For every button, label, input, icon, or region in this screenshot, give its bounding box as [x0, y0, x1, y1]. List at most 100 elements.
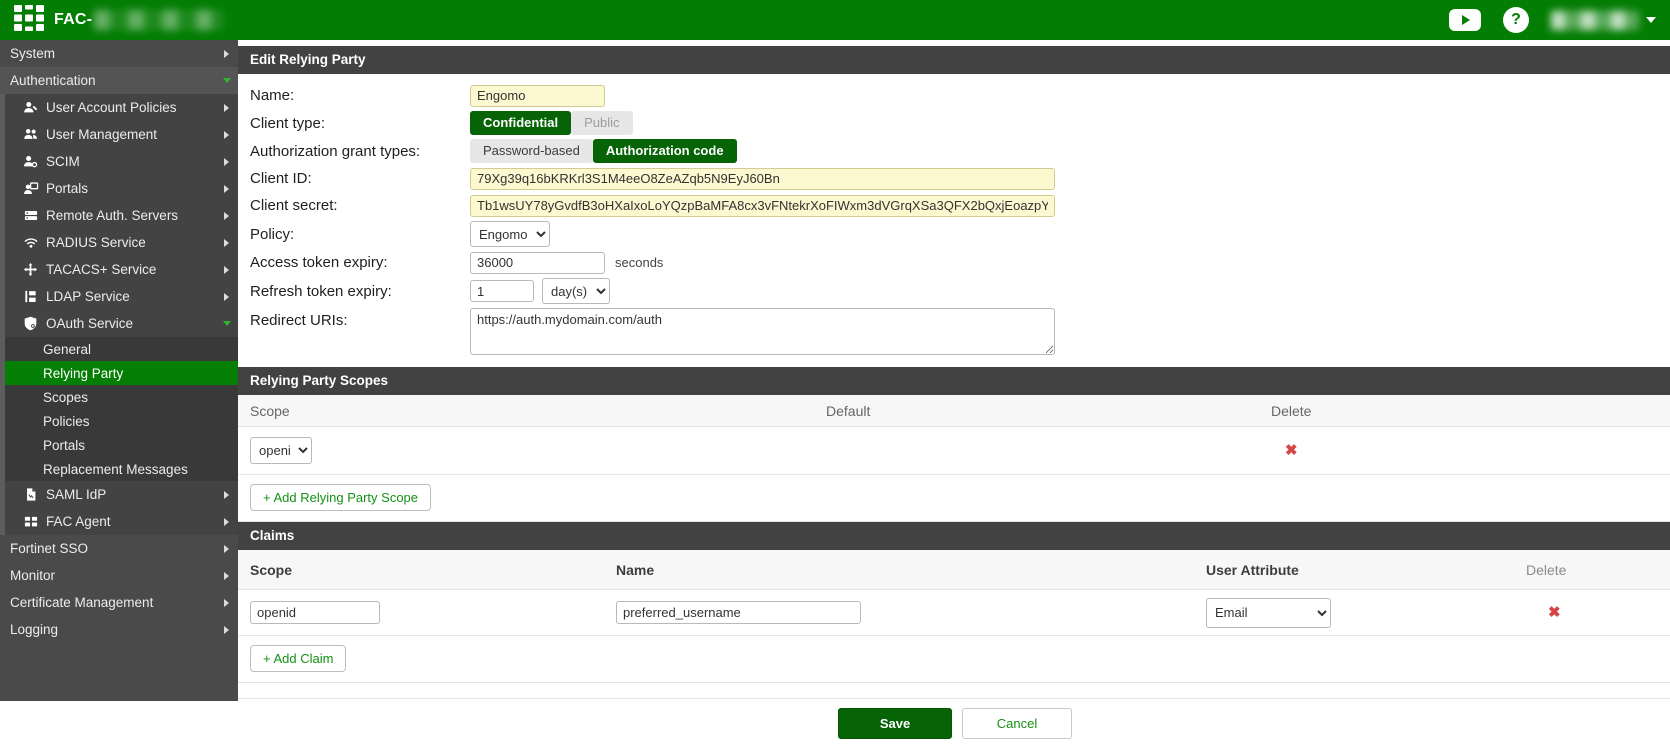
access-token-expiry-label: Access token expiry:	[250, 254, 470, 271]
document-icon	[22, 487, 39, 503]
claims-col-scope: Scope	[238, 562, 616, 578]
scopes-add-row: + Add Relying Party Scope	[238, 475, 1670, 522]
user-menu[interactable]	[1551, 11, 1656, 30]
sidebar-item-replacement-messages[interactable]: Replacement Messages	[5, 457, 238, 481]
access-token-unit: seconds	[615, 255, 663, 270]
sidebar-item-fac-agent[interactable]: FAC Agent	[5, 508, 238, 535]
grant-password-button[interactable]: Password-based	[470, 139, 593, 163]
authentication-submenu: User Account Policies User Management SC…	[0, 94, 238, 535]
policy-select[interactable]: Engomo	[470, 221, 550, 247]
sidebar-item-remote-auth-servers[interactable]: Remote Auth. Servers	[5, 202, 238, 229]
sidebar-item-label: FAC Agent	[46, 514, 111, 529]
client-type-confidential-button[interactable]: Confidential	[470, 111, 571, 135]
redirect-uris-textarea[interactable]: https://auth.mydomain.com/auth	[470, 308, 1055, 355]
chevron-right-icon	[224, 518, 229, 526]
sidebar-item-radius-service[interactable]: RADIUS Service	[5, 229, 238, 256]
scopes-col-scope: Scope	[238, 403, 826, 419]
form-actions: Save Cancel	[238, 698, 1670, 739]
shield-icon	[22, 316, 39, 332]
chevron-right-icon	[224, 104, 229, 112]
chevron-right-icon	[224, 50, 229, 58]
client-type-public-button[interactable]: Public	[571, 111, 632, 135]
sidebar-item-user-account-policies[interactable]: User Account Policies	[5, 94, 238, 121]
chevron-right-icon	[224, 545, 229, 553]
chevron-right-icon	[224, 131, 229, 139]
sidebar-item-user-management[interactable]: User Management	[5, 121, 238, 148]
sidebar-item-ldap-service[interactable]: LDAP Service	[5, 283, 238, 310]
add-claim-button[interactable]: + Add Claim	[250, 645, 346, 672]
sidebar-item-authentication[interactable]: Authentication	[0, 67, 238, 94]
sidebar-item-label: Portals	[43, 438, 85, 453]
sidebar-item-label: General	[43, 342, 91, 357]
sidebar-item-fortinet-sso[interactable]: Fortinet SSO	[0, 535, 238, 562]
name-input[interactable]	[470, 85, 605, 107]
client-id-input[interactable]	[470, 168, 1055, 190]
scope-select[interactable]: openid	[250, 437, 312, 464]
chevron-right-icon	[224, 266, 229, 274]
sidebar-item-label: SAML IdP	[46, 487, 106, 502]
claims-section-title: Claims	[238, 522, 1670, 550]
client-secret-label: Client secret:	[250, 197, 470, 214]
help-icon[interactable]: ?	[1503, 7, 1529, 33]
toggle-knob	[813, 453, 824, 464]
sidebar-item-label: SCIM	[46, 154, 80, 169]
refresh-token-unit-select[interactable]: day(s)	[542, 278, 610, 304]
grant-authorization-code-button[interactable]: Authorization code	[593, 139, 737, 163]
sidebar-item-oauth-scopes[interactable]: Scopes	[5, 385, 238, 409]
chevron-right-icon	[224, 212, 229, 220]
brand-prefix: FAC-	[54, 11, 92, 29]
sidebar-item-label: RADIUS Service	[46, 235, 146, 250]
client-type-segment: Confidential Public	[470, 111, 633, 135]
redacted-hostname	[94, 10, 224, 30]
delete-claim-button[interactable]: ✖	[1548, 603, 1561, 621]
delete-scope-button[interactable]: ✖	[1285, 441, 1298, 459]
scopes-col-delete: Delete	[1271, 403, 1670, 419]
client-secret-input[interactable]	[470, 195, 1055, 217]
access-token-expiry-input[interactable]	[470, 252, 605, 274]
sidebar-item-certificate-management[interactable]: Certificate Management	[0, 589, 238, 616]
sidebar-item-tacacs-service[interactable]: TACACS+ Service	[5, 256, 238, 283]
refresh-token-expiry-input[interactable]	[470, 280, 534, 302]
sidebar-item-label: Authentication	[10, 73, 96, 88]
claim-user-attribute-select[interactable]: Email	[1206, 598, 1331, 628]
sidebar-item-logging[interactable]: Logging	[0, 616, 238, 643]
cancel-button[interactable]: Cancel	[962, 708, 1072, 739]
chevron-right-icon	[224, 599, 229, 607]
sidebar-item-scim[interactable]: SCIM	[5, 148, 238, 175]
app-window: FAC- ? System Authentication	[0, 0, 1670, 701]
sidebar-item-portals[interactable]: Portals	[5, 175, 238, 202]
relying-party-form: Name: Client type: Confidential Public A…	[238, 74, 1670, 367]
claims-section: Claims Scope Name User Attribute Delete …	[238, 522, 1670, 683]
caret-down-icon	[223, 321, 231, 326]
chevron-right-icon	[224, 239, 229, 247]
grant-types-segment: Password-based Authorization code	[470, 139, 737, 163]
fortinet-logo-icon	[14, 5, 44, 36]
sidebar-item-oauth-service[interactable]: OAuth Service	[5, 310, 238, 337]
scope-row: openid ✖	[238, 427, 1670, 475]
sidebar-item-label: OAuth Service	[46, 316, 133, 331]
sidebar-item-label: TACACS+ Service	[46, 262, 156, 277]
sidebar-item-saml-idp[interactable]: SAML IdP	[5, 481, 238, 508]
add-relying-party-scope-button[interactable]: + Add Relying Party Scope	[250, 484, 431, 511]
caret-down-icon	[1646, 17, 1656, 23]
sidebar-item-system[interactable]: System	[0, 40, 238, 67]
sidebar-item-label: Policies	[43, 414, 90, 429]
video-tutorials-icon[interactable]	[1449, 9, 1481, 31]
sidebar-item-oauth-portals[interactable]: Portals	[5, 433, 238, 457]
sidebar-item-label: Logging	[10, 622, 58, 637]
claim-scope-input[interactable]	[250, 601, 380, 624]
save-button[interactable]: Save	[838, 708, 952, 739]
claim-name-input[interactable]	[616, 601, 861, 624]
sidebar-item-monitor[interactable]: Monitor	[0, 562, 238, 589]
sidebar-item-label: User Management	[46, 127, 157, 142]
sidebar-item-label: Fortinet SSO	[10, 541, 88, 556]
sidebar-item-label: Certificate Management	[10, 595, 153, 610]
sidebar-item-relying-party[interactable]: Relying Party	[5, 361, 238, 385]
user-policies-icon	[22, 100, 39, 116]
name-label: Name:	[250, 87, 470, 104]
sidebar-item-label: Remote Auth. Servers	[46, 208, 178, 223]
cross-arrows-icon	[22, 262, 39, 278]
sidebar-item-oauth-policies[interactable]: Policies	[5, 409, 238, 433]
sidebar-item-oauth-general[interactable]: General	[5, 337, 238, 361]
chevron-right-icon	[224, 491, 229, 499]
